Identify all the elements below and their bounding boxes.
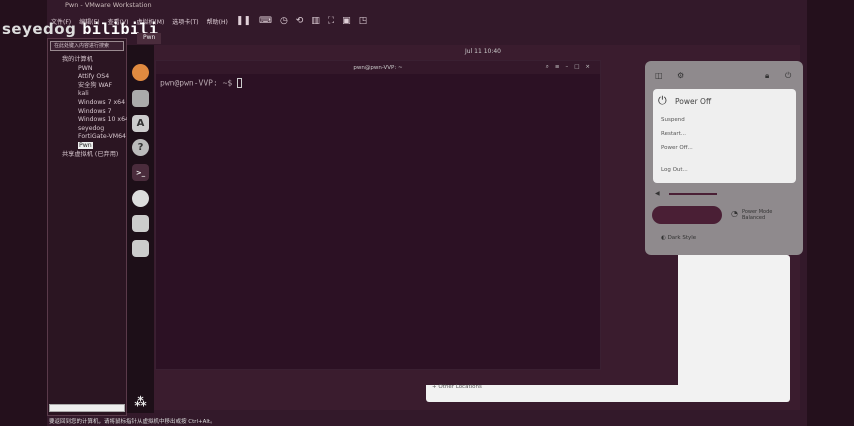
help-icon[interactable]: ? (132, 139, 149, 156)
screenshot-icon[interactable]: ◫ (655, 71, 663, 80)
library-icon[interactable]: ▥ (311, 16, 320, 26)
suspend-item[interactable]: Suspend (661, 117, 685, 123)
vm-item[interactable]: Windows 10 x64 (52, 116, 129, 125)
volume-slider[interactable] (669, 193, 717, 195)
vm-item[interactable]: seyedog (52, 125, 126, 134)
terminal-header: pwn@pwn-VVP: ~ ⌕≡–□× (156, 61, 600, 74)
vm-item[interactable]: FortiGate-VM64 (52, 133, 126, 142)
pause-icon[interactable]: ❚❚ (236, 16, 251, 26)
guest-clock[interactable]: Jul 11 10:40 (465, 48, 501, 55)
title-bar: Pwn - VMware Workstation (65, 1, 152, 9)
submenu-title: Power Off (675, 97, 712, 106)
app-center-icon[interactable]: A (132, 115, 149, 132)
firefox-icon[interactable] (132, 64, 149, 81)
settings-icon[interactable]: ⚙ (677, 71, 684, 80)
terminal-window[interactable]: pwn@pwn-VVP: ~ ⌕≡–□× pwn@pwn-VVP: ~$ (155, 60, 601, 370)
vm-item[interactable]: Windows 7 x64 (52, 99, 126, 108)
power-off-item[interactable]: Power Off... (661, 145, 693, 151)
vm-item[interactable]: Attify OS4 (52, 73, 126, 82)
snapshot-icon[interactable]: ◷ (280, 16, 288, 26)
tree-root[interactable]: 我的计算机 (52, 56, 126, 65)
library-scrollbar[interactable] (49, 404, 125, 412)
menu-bar: 文件(F) 编辑(E) 查看(V) 虚拟机(M) 选项卡(T) 帮助(H) ❚❚… (47, 12, 807, 30)
vm-item[interactable]: kali (52, 90, 126, 99)
library-search-input[interactable]: 在此处键入内容进行搜索 (50, 41, 124, 51)
trash-icon[interactable] (132, 240, 149, 257)
unity-icon[interactable]: ▣ (342, 16, 351, 26)
status-bar: 要返回到您的计算机，请将鼠标指针从虚拟机中移出或按 Ctrl+Alt。 (49, 419, 216, 425)
send-keys-icon[interactable]: ⌨ (259, 16, 272, 26)
other-locations[interactable]: + Other Locations (432, 384, 482, 390)
restart-item[interactable]: Restart... (661, 131, 686, 137)
dark-style-toggle[interactable]: ◐ Dark Style (661, 235, 696, 241)
network-toggle[interactable] (652, 206, 722, 224)
revert-icon[interactable]: ⟲ (296, 16, 304, 26)
library-panel: 在此处键入内容进行搜索 我的计算机 PWN Attify OS4 安全狗 WAF… (47, 38, 129, 416)
disc-icon[interactable] (132, 190, 149, 207)
menu-help[interactable]: 帮助(H) (207, 17, 228, 26)
disk-icon[interactable] (132, 215, 149, 232)
ubuntu-dock: A ? >_ ⁂ (127, 45, 154, 413)
vm-item[interactable]: 安全狗 WAF (52, 82, 126, 91)
lock-icon[interactable]: 🔒︎ (765, 71, 769, 81)
tree-shared[interactable]: 共享虚拟机 (已弃用) (52, 151, 126, 160)
watermark: seyedog bilibili (2, 20, 159, 38)
power-mode-toggle[interactable]: Power Mode Balanced (742, 209, 772, 221)
show-apps-icon[interactable]: ⁂ (132, 393, 149, 410)
power-icon[interactable]: ⏻ (785, 71, 791, 81)
tab-pwn[interactable]: Pwn (137, 33, 162, 44)
vm-item-selected[interactable]: Pwn (78, 141, 93, 149)
power-off-icon: ⏻ (658, 94, 667, 107)
fullscreen-icon[interactable]: ⛶ (328, 16, 334, 26)
terminal-title: pwn@pwn-VVP: ~ (353, 64, 403, 71)
files-icon[interactable] (132, 90, 149, 107)
menu-tabs[interactable]: 选项卡(T) (172, 17, 198, 26)
power-mode-icon: ◔ (731, 209, 738, 218)
volume-icon: ◀ (655, 190, 660, 197)
terminal-prompt: pwn@pwn-VVP: ~$ (160, 78, 233, 88)
window-controls-icon[interactable]: ⌕≡–□× (546, 64, 596, 71)
vm-item[interactable]: PWN (52, 65, 126, 74)
view-icon[interactable]: ◳ (359, 16, 368, 26)
terminal-icon[interactable]: >_ (132, 164, 149, 181)
power-off-submenu: ⏻ Power Off Suspend Restart... Power Off… (653, 89, 796, 183)
log-out-item[interactable]: Log Out... (661, 167, 688, 173)
cursor (237, 78, 243, 88)
vm-item[interactable]: Windows 7 (52, 108, 126, 117)
